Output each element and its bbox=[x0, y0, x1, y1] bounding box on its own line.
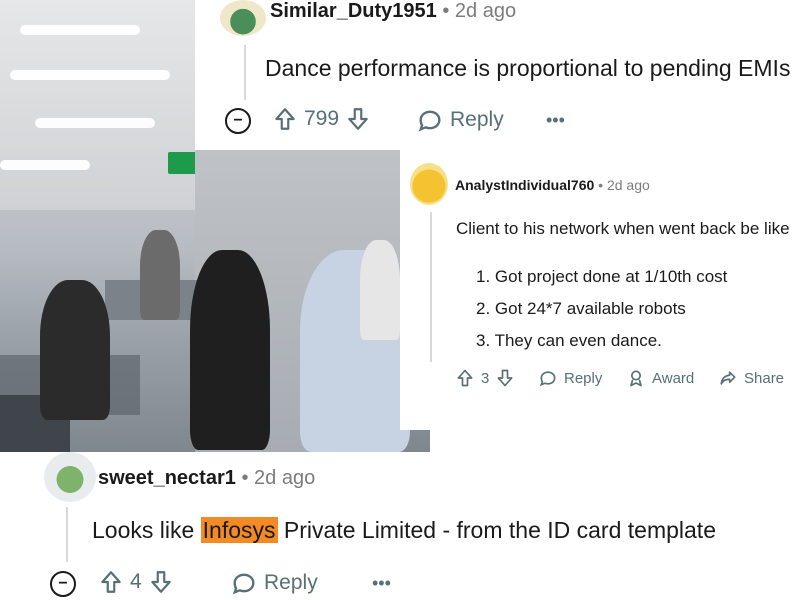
meta-separator: • bbox=[442, 0, 450, 22]
reply-button[interactable]: Reply bbox=[416, 106, 504, 134]
meta-separator: • bbox=[241, 467, 249, 489]
comment-meta: AnalystIndividual760 • 2d ago bbox=[455, 177, 650, 193]
more-button[interactable]: ••• bbox=[546, 110, 565, 131]
reply-icon bbox=[230, 569, 258, 597]
reply-icon bbox=[416, 106, 444, 134]
username[interactable]: AnalystIndividual760 bbox=[455, 177, 594, 193]
reply-button[interactable]: Reply bbox=[230, 569, 318, 597]
thread-line bbox=[244, 45, 246, 100]
comment-age: 2d ago bbox=[606, 177, 650, 193]
username[interactable]: sweet_nectar1 bbox=[98, 467, 236, 489]
downvote-icon[interactable] bbox=[495, 368, 515, 388]
list-item: 2. Got 24*7 available robots bbox=[476, 299, 686, 318]
avatar[interactable] bbox=[44, 452, 96, 502]
collapse-button[interactable]: − bbox=[50, 571, 76, 597]
reply-icon bbox=[538, 368, 558, 388]
ceiling-light bbox=[20, 25, 140, 35]
comment-text-after: Private Limited - from the ID card templ… bbox=[277, 517, 716, 543]
meta-separator: • bbox=[598, 177, 604, 193]
person bbox=[360, 240, 400, 340]
comment-text: Client to his network when went back be … bbox=[456, 219, 790, 238]
downvote-icon[interactable] bbox=[148, 569, 174, 595]
comment-age: 2d ago bbox=[454, 0, 517, 22]
highlighted-text: Infosys bbox=[200, 517, 278, 543]
award-icon bbox=[626, 368, 646, 388]
share-button[interactable]: Share bbox=[718, 368, 784, 388]
comment-meta: Similar_Duty1951 • 2d ago bbox=[270, 0, 516, 23]
more-button[interactable]: ••• bbox=[372, 573, 391, 594]
list-item: 3. They can even dance. bbox=[476, 331, 662, 350]
vote-controls: 4 bbox=[98, 569, 174, 595]
upvote-icon[interactable] bbox=[272, 106, 298, 132]
downvote-icon[interactable] bbox=[345, 106, 371, 132]
award-button[interactable]: Award bbox=[626, 368, 694, 388]
comment-text: Dance performance is proportional to pen… bbox=[265, 55, 791, 81]
comment-text: Looks like Infosys Private Limited - fro… bbox=[92, 517, 716, 544]
ceiling-light bbox=[0, 160, 90, 170]
comment-meta: sweet_nectar1 • 2d ago bbox=[98, 467, 315, 490]
reply-label: Reply bbox=[450, 108, 504, 131]
comment-text-before: Looks like bbox=[92, 517, 201, 543]
upvote-icon[interactable] bbox=[455, 368, 475, 388]
reply-button[interactable]: Reply bbox=[538, 368, 602, 388]
award-label: Award bbox=[652, 369, 695, 387]
reply-label: Reply bbox=[264, 571, 318, 594]
reply-label: Reply bbox=[564, 369, 603, 387]
ceiling-light bbox=[35, 118, 155, 128]
upvote-icon[interactable] bbox=[98, 569, 124, 595]
avatar[interactable] bbox=[220, 0, 266, 36]
person bbox=[190, 250, 270, 450]
avatar[interactable] bbox=[410, 163, 448, 205]
vote-controls: 799 bbox=[272, 106, 371, 132]
vote-score: 4 bbox=[130, 570, 142, 593]
share-icon bbox=[718, 368, 738, 388]
thread-line bbox=[430, 212, 432, 362]
collapse-icon: − bbox=[50, 571, 76, 597]
more-icon: ••• bbox=[546, 110, 565, 130]
share-label: Share bbox=[744, 369, 785, 387]
vote-score: 799 bbox=[304, 107, 340, 130]
more-icon: ••• bbox=[372, 573, 391, 593]
vote-score: 3 bbox=[481, 369, 490, 387]
list-item: 1. Got project done at 1/10th cost bbox=[476, 267, 728, 286]
username[interactable]: Similar_Duty1951 bbox=[270, 0, 437, 22]
comment-age: 2d ago bbox=[254, 467, 316, 489]
person bbox=[140, 230, 180, 320]
collapse-button[interactable]: − bbox=[225, 108, 251, 134]
thread-line bbox=[66, 507, 68, 562]
ceiling-light bbox=[10, 70, 170, 80]
person bbox=[40, 280, 110, 420]
vote-controls: 3 bbox=[455, 368, 515, 388]
collapse-icon: − bbox=[225, 108, 251, 134]
